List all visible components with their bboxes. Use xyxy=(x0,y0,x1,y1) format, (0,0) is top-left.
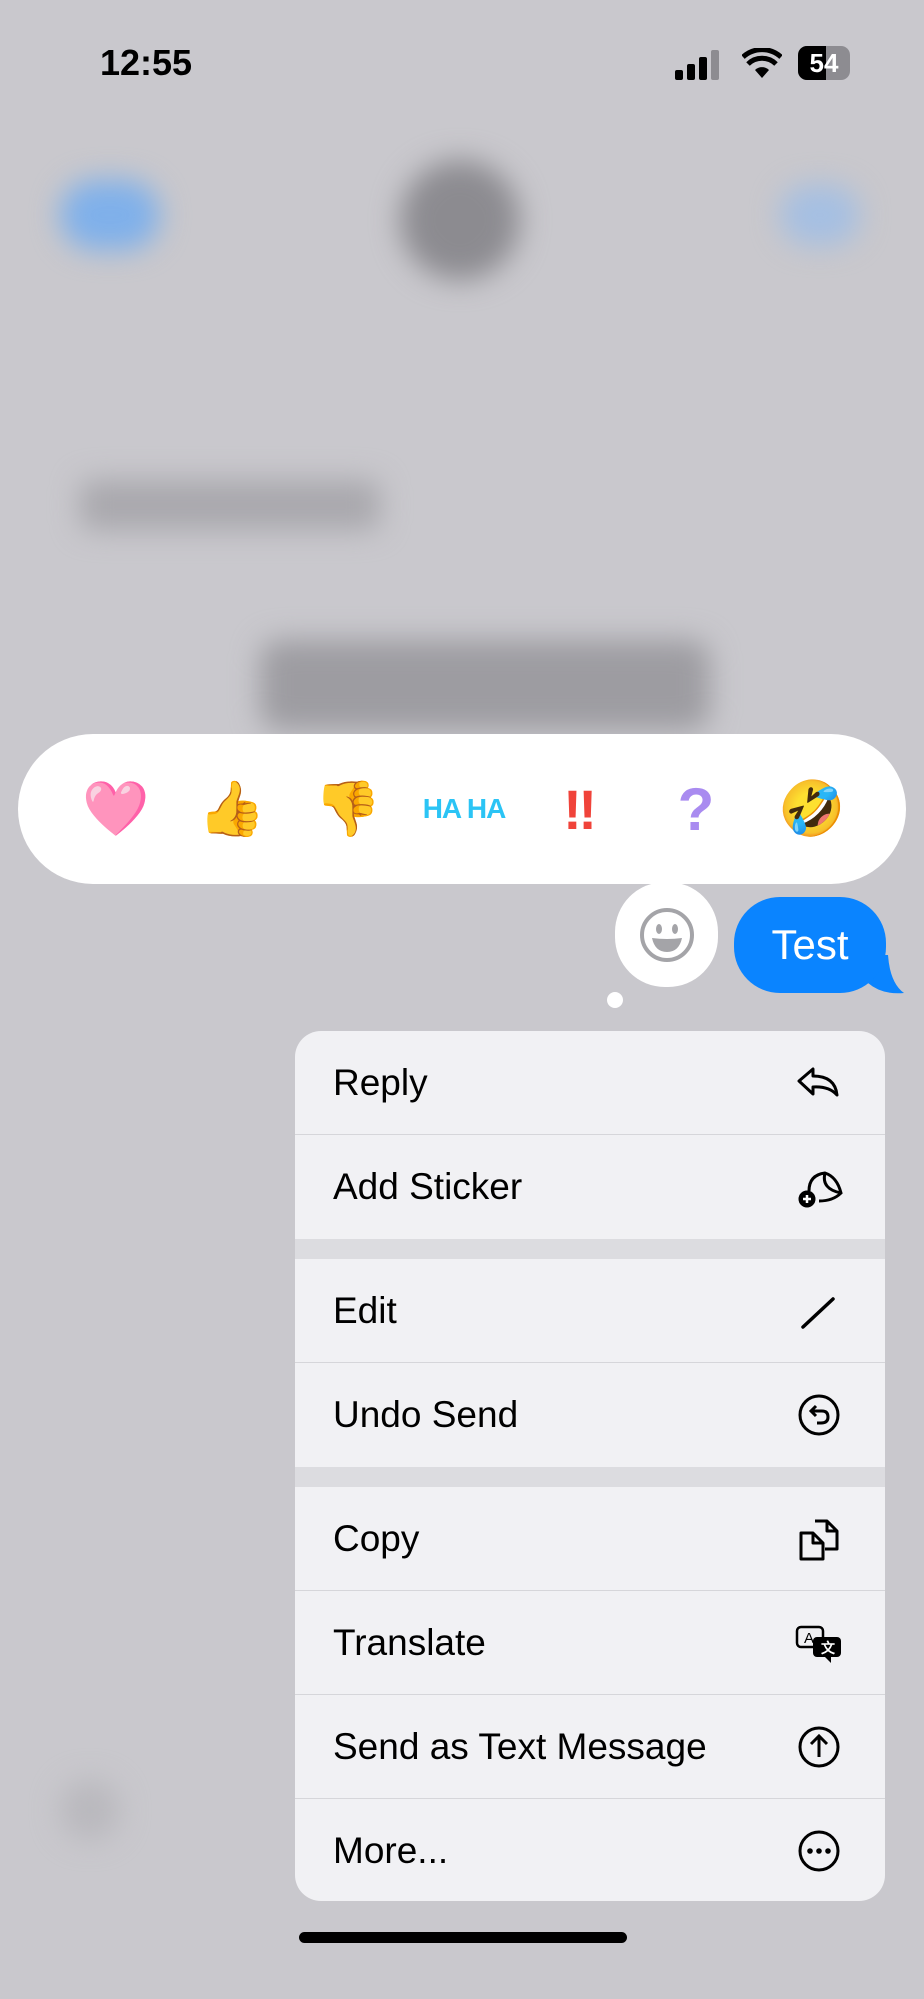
ellipsis-circle-icon xyxy=(798,1830,840,1872)
reply-icon xyxy=(797,1067,839,1096)
add-emoji-reaction-button[interactable] xyxy=(615,882,718,987)
menu-item-add-sticker[interactable]: Add Sticker xyxy=(295,1135,885,1239)
menu-item-reply[interactable]: Reply xyxy=(295,1031,885,1135)
status-bar: 12:55 54 xyxy=(0,40,924,90)
menu-separator xyxy=(295,1239,885,1259)
arrow-up-circle-icon xyxy=(798,1726,840,1767)
reaction-heart[interactable]: 🩷 xyxy=(58,778,174,841)
message-text: Test xyxy=(771,921,849,968)
undo-icon xyxy=(798,1394,840,1436)
blurred-avatar xyxy=(400,160,520,280)
thought-dot xyxy=(607,992,623,1008)
menu-item-edit[interactable]: Edit xyxy=(295,1259,885,1363)
reaction-haha[interactable]: HA HA xyxy=(406,795,522,823)
menu-item-more[interactable]: More... xyxy=(295,1799,885,1901)
message-bubble[interactable]: Test xyxy=(734,897,886,993)
reaction-thumbs-down[interactable]: 👎 xyxy=(290,778,406,841)
menu-item-translate[interactable]: Translate A文 xyxy=(295,1591,885,1695)
signal-icon xyxy=(675,50,719,80)
wifi-icon xyxy=(742,48,782,78)
copy-icon xyxy=(799,1519,839,1560)
translate-icon: A文 xyxy=(795,1625,841,1663)
context-menu: Reply Add Sticker Edit Undo Send Copy Tr… xyxy=(295,1031,885,1901)
pencil-icon xyxy=(801,1296,835,1329)
smiley-icon xyxy=(639,907,694,962)
sticker-icon xyxy=(798,1171,843,1208)
menu-item-copy[interactable]: Copy xyxy=(295,1487,885,1591)
battery-indicator: 54 xyxy=(798,46,850,80)
blurred-video-button xyxy=(780,185,860,245)
home-indicator[interactable] xyxy=(299,1932,627,1943)
menu-separator xyxy=(295,1467,885,1487)
svg-text:A: A xyxy=(804,1630,814,1647)
reaction-exclamation[interactable]: ‼ xyxy=(522,777,638,842)
tapback-reaction-bar: 🩷 👍 👎 HA HA ‼ ? 🤣 ❤ xyxy=(18,734,906,884)
reaction-more[interactable]: ❤ xyxy=(870,778,906,841)
reaction-rofl[interactable]: 🤣 xyxy=(754,778,870,841)
menu-item-undo-send[interactable]: Undo Send xyxy=(295,1363,885,1467)
blurred-text xyxy=(80,480,380,530)
reaction-thumbs-up[interactable]: 👍 xyxy=(174,778,290,841)
blurred-back-button xyxy=(60,180,160,250)
svg-text:文: 文 xyxy=(821,1640,836,1656)
blurred-input xyxy=(60,1780,120,1840)
clock: 12:55 xyxy=(100,42,193,83)
menu-item-send-as-text[interactable]: Send as Text Message xyxy=(295,1695,885,1799)
blurred-bubble xyxy=(260,640,710,730)
reaction-question[interactable]: ? xyxy=(638,775,754,844)
